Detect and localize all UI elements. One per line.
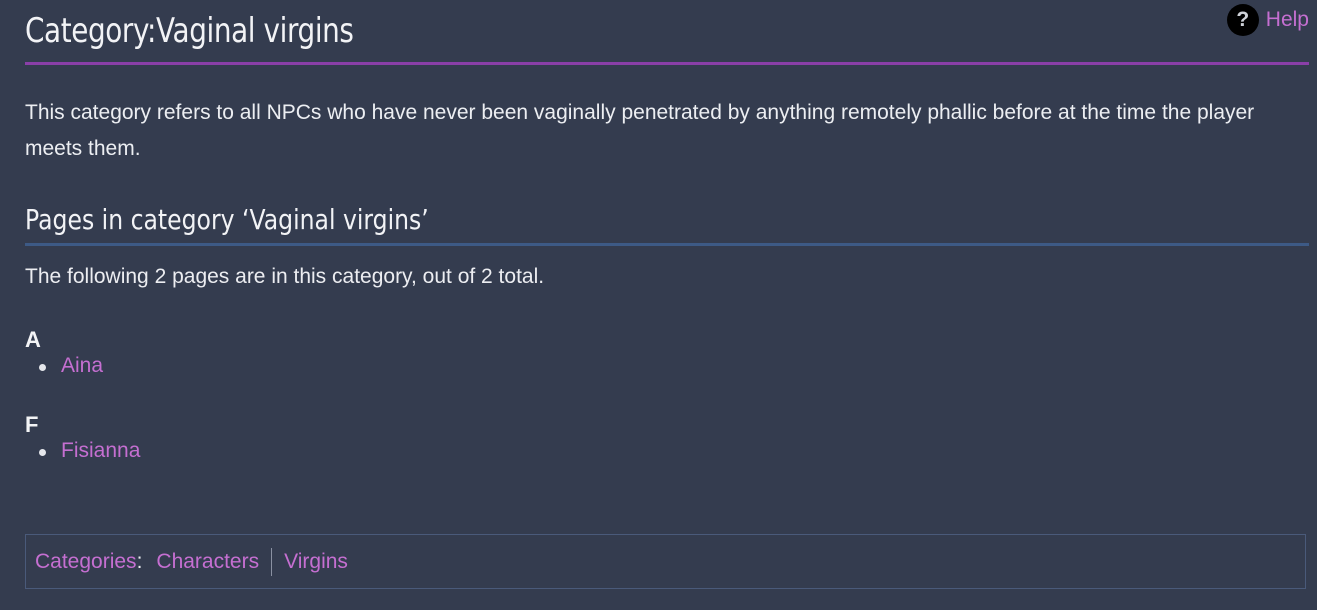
group-letter-f: F	[25, 412, 39, 437]
group-letter-a: A	[25, 327, 41, 352]
category-separator	[271, 547, 273, 576]
list-item: Fisianna	[25, 438, 1309, 464]
page-list-a: Aina	[25, 353, 1309, 379]
page-count-text: The following 2 pages are in this catego…	[25, 265, 545, 288]
category-link-virgins[interactable]: Virgins	[284, 550, 348, 574]
content-area: Category:Vaginal virgins This category r…	[25, 0, 1309, 464]
category-links-box: Categories : Characters Virgins	[25, 534, 1306, 589]
pages-section-heading: Pages in category ‘Vaginal virgins’	[25, 203, 429, 236]
categories-label-link[interactable]: Categories	[35, 550, 137, 574]
category-description: This category refers to all NPCs who hav…	[25, 101, 1255, 160]
categories-colon: :	[136, 549, 143, 573]
category-link-characters[interactable]: Characters	[156, 550, 259, 574]
page-title: Category:Vaginal virgins	[25, 11, 354, 51]
page-link-fisianna[interactable]: Fisianna	[61, 439, 140, 462]
list-item: Aina	[25, 353, 1309, 379]
page-link-aina[interactable]: Aina	[61, 354, 103, 377]
page-list-f: Fisianna	[25, 438, 1309, 464]
